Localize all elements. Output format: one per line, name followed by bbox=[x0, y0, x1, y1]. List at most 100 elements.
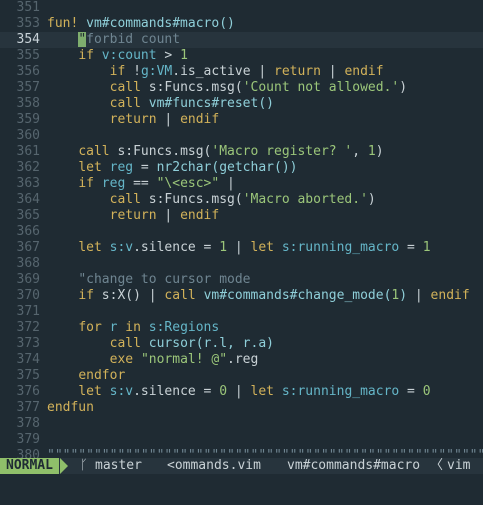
editor-buffer[interactable]: 351 353 fun! vm#commands#macro() 354 "forbi… bbox=[0, 0, 483, 458]
code-token: call bbox=[109, 96, 149, 111]
code-line[interactable]: 356 if !g:VM.is_active | return | endif bbox=[0, 64, 483, 80]
code-line[interactable]: 377 endfun bbox=[0, 400, 483, 416]
code-line[interactable]: 359 return | endif bbox=[0, 112, 483, 128]
code-token: > bbox=[156, 48, 181, 63]
code-token: "\<esc>" bbox=[156, 176, 220, 191]
code-token: 1 bbox=[180, 48, 188, 63]
separator-icon: 〈 bbox=[430, 458, 444, 473]
code-line[interactable]: 358 call vm#funcs#reset() bbox=[0, 96, 483, 112]
text-cursor: " bbox=[78, 32, 87, 47]
code-line[interactable]: 351 bbox=[0, 0, 483, 16]
line-code: """"""""""""""""""""""""""""""""""""""""… bbox=[47, 448, 483, 458]
code-line[interactable]: 380 """""""""""""""""""""""""""""""""""""… bbox=[0, 448, 483, 458]
line-code: fun! vm#commands#macro() bbox=[47, 16, 235, 32]
code-line[interactable]: 375 endfor bbox=[0, 368, 483, 384]
code-line[interactable]: 364 call s:Funcs.msg('Macro aborted.') bbox=[0, 192, 483, 208]
code-token: fun! bbox=[47, 16, 87, 31]
code-token: s:v bbox=[109, 384, 134, 399]
code-line[interactable]: 369 "change to cursor mode bbox=[0, 272, 483, 288]
line-code: return | endif bbox=[47, 112, 220, 128]
line-code: if v:count > 1 bbox=[47, 48, 188, 64]
line-number: 361 bbox=[16, 144, 40, 159]
code-line[interactable]: 379 bbox=[0, 432, 483, 448]
code-token: s:Funcs.msg( bbox=[148, 192, 243, 207]
code-token: vm#commands#macro() bbox=[86, 16, 235, 31]
code-token: return bbox=[109, 112, 157, 127]
code-line[interactable]: 365 return | endif bbox=[0, 208, 483, 224]
code-token: ) bbox=[399, 80, 408, 95]
code-token: let bbox=[250, 384, 282, 399]
code-token: = bbox=[399, 384, 423, 399]
code-token: if bbox=[78, 176, 102, 191]
code-token: call bbox=[78, 144, 118, 159]
code-token: endif bbox=[180, 112, 220, 127]
code-line[interactable]: 370 if s:X() | call vm#commands#change_m… bbox=[0, 288, 483, 304]
code-token: let bbox=[250, 240, 282, 255]
line-number: 376 bbox=[16, 384, 40, 399]
line-number: 380 bbox=[16, 448, 40, 458]
code-line[interactable]: 378 bbox=[0, 416, 483, 432]
code-token: let bbox=[78, 240, 110, 255]
line-number: 375 bbox=[16, 368, 40, 383]
code-token: let bbox=[78, 384, 110, 399]
code-token: s:running_macro bbox=[281, 384, 400, 399]
line-number: 364 bbox=[16, 192, 40, 207]
file-type: vim bbox=[447, 458, 471, 473]
line-number: 373 bbox=[16, 336, 40, 351]
code-token: vm#commands#change_mode( bbox=[203, 288, 392, 303]
code-line[interactable]: 371 bbox=[0, 304, 483, 320]
code-line[interactable]: 353 fun! vm#commands#macro() bbox=[0, 16, 483, 32]
line-code: endfor bbox=[47, 368, 125, 384]
code-token: ) bbox=[375, 144, 384, 159]
code-token: s:v bbox=[109, 240, 134, 255]
code-token: 'Macro aborted.' bbox=[242, 192, 368, 207]
mode-indicator: NORMAL bbox=[0, 458, 59, 474]
line-code: let s:v.silence = 0 | let s:running_macr… bbox=[47, 384, 431, 400]
code-token: let bbox=[78, 160, 110, 175]
line-number: 366 bbox=[16, 224, 40, 239]
code-line[interactable]: 372 for r in s:Regions bbox=[0, 320, 483, 336]
command-line[interactable] bbox=[0, 474, 483, 505]
code-line[interactable]: 366 bbox=[0, 224, 483, 240]
line-number: 368 bbox=[16, 256, 40, 271]
code-token: exe bbox=[109, 352, 141, 367]
code-token: 'Count not allowed.' bbox=[242, 80, 400, 95]
code-line[interactable]: 362 let reg = nr2char(getchar()) bbox=[0, 160, 483, 176]
code-token: if bbox=[78, 48, 102, 63]
statusline: NORMAL ᚴ master <ommands.vim vm#commands… bbox=[0, 458, 483, 474]
line-code: call vm#funcs#reset() bbox=[47, 96, 274, 112]
line-code: call s:Funcs.msg('Macro aborted.') bbox=[47, 192, 376, 208]
code-line[interactable]: 373 call cursor(r.l, r.a) bbox=[0, 336, 483, 352]
code-token: | bbox=[227, 384, 251, 399]
line-number: 370 bbox=[16, 288, 40, 303]
code-line[interactable]: 368 bbox=[0, 256, 483, 272]
code-line[interactable]: 374 exe "normal! @".reg bbox=[0, 352, 483, 368]
code-line[interactable]: 361 call s:Funcs.msg('Macro register? ',… bbox=[0, 144, 483, 160]
code-line[interactable]: 376 let s:v.silence = 0 | let s:running_… bbox=[0, 384, 483, 400]
code-token: s:Regions bbox=[148, 320, 220, 335]
code-token: """"""""""""""""""""""""""""""""""""""""… bbox=[47, 448, 483, 458]
line-code: "change to cursor mode bbox=[47, 272, 250, 288]
code-token: endif bbox=[430, 288, 470, 303]
line-number: 354 bbox=[16, 32, 40, 47]
code-line[interactable]: 363 if reg == "\<esc>" | bbox=[0, 176, 483, 192]
code-token: s:Funcs.msg( bbox=[148, 80, 243, 95]
code-token: endfor bbox=[78, 368, 126, 383]
cursor-line[interactable]: 354 "forbid count bbox=[0, 32, 483, 48]
code-line[interactable]: 355 if v:count > 1 bbox=[0, 48, 483, 64]
code-line[interactable]: 357 call s:Funcs.msg('Count not allowed.… bbox=[0, 80, 483, 96]
line-code: if s:X() | call vm#commands#change_mode(… bbox=[47, 288, 470, 304]
code-line[interactable]: 360 bbox=[0, 128, 483, 144]
code-line[interactable]: 367 let s:v.silence = 1 | let s:running_… bbox=[0, 240, 483, 256]
code-token: 0 bbox=[422, 384, 431, 399]
